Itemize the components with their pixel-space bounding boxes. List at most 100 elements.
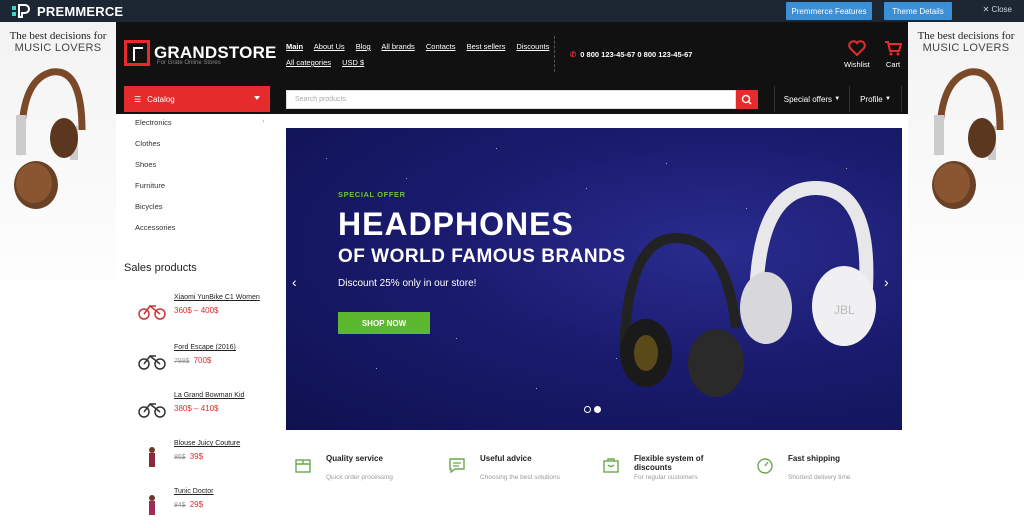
feature-item: Useful advice Choosing the best solution… <box>448 454 588 484</box>
store-page: GRANDSTORE For Grate Online Stores Main … <box>116 22 908 515</box>
search-input[interactable]: Search products <box>286 90 736 109</box>
feature-title: Useful advice <box>480 454 532 463</box>
product-price-value: 29$ <box>189 500 204 509</box>
speed-icon <box>757 458 773 474</box>
product-old-price: 86$ <box>174 454 186 461</box>
chevron-right-icon: › <box>262 118 265 125</box>
chevron-down-icon: ▼ <box>834 96 841 102</box>
feature-item: Fast shipping Shortest delivery time <box>756 454 896 484</box>
product-name[interactable]: Tunic Doctor <box>174 488 213 495</box>
close-label: Close <box>991 5 1012 14</box>
product-name[interactable]: La Grand Bowman Kid <box>174 392 244 399</box>
hero-banner[interactable]: SPECIAL OFFER HEADPHONES OF WORLD FAMOUS… <box>286 128 902 430</box>
cart-icon <box>885 41 902 56</box>
feature-title: Fast shipping <box>788 454 840 463</box>
nav-discounts[interactable]: Discounts <box>516 42 549 51</box>
product-price: 380$ – 410$ <box>174 404 219 413</box>
premmerce-logo[interactable]: PREMMERCE <box>12 4 123 19</box>
sale-product[interactable]: La Grand Bowman Kid 380$ – 410$ <box>136 392 286 432</box>
catalog-button[interactable]: ☰ Catalog <box>124 86 270 112</box>
wishlist-label: Wishlist <box>844 60 870 69</box>
category-list: Electronics Clothes Shoes Furniture Bicy… <box>135 118 175 244</box>
premmerce-brand: PREMMERCE <box>37 3 124 19</box>
special-offers-label: Special offers <box>783 94 833 104</box>
sales-products-title: Sales products <box>124 262 197 274</box>
nav-all-categories[interactable]: All categories <box>286 58 331 67</box>
chevron-left-icon[interactable]: ‹ <box>292 274 297 290</box>
special-offers-menu[interactable]: Special offers ▼ <box>774 86 850 112</box>
catalog-label: Catalog <box>147 94 175 104</box>
header-divider <box>554 36 555 72</box>
close-button[interactable]: ✕ Close <box>983 5 1012 14</box>
nav-blog[interactable]: Blog <box>356 42 371 51</box>
sale-product[interactable]: Ford Escape (2016) 799$ 700$ <box>136 344 286 384</box>
side-ad-right-line1: The best decisions for <box>917 30 1015 42</box>
currency-selector[interactable]: USD $ <box>342 58 364 67</box>
feature-subtitle: Choosing the best solutions <box>480 474 560 481</box>
jbl-logo: JBL <box>834 303 855 317</box>
side-ad-left-line1: The best decisions for <box>9 30 107 42</box>
nav-all-brands[interactable]: All brands <box>381 42 414 51</box>
store-header: GRANDSTORE For Grate Online Stores Main … <box>116 22 908 84</box>
product-name[interactable]: Ford Escape (2016) <box>174 344 236 351</box>
nav-best-sellers[interactable]: Best sellers <box>467 42 506 51</box>
store-tagline: For Grate Online Stores <box>157 60 221 66</box>
sale-product[interactable]: Xiaomi YunBike C1 Women 360$ – 400$ <box>136 294 286 334</box>
chat-icon <box>449 458 465 474</box>
banner-discount: Discount 25% only in our store! <box>338 278 477 289</box>
search-icon <box>741 94 752 105</box>
premmerce-features-button[interactable]: Premmerce Features <box>786 2 872 20</box>
chevron-right-icon[interactable]: › <box>884 274 889 290</box>
carousel-dots <box>584 406 601 413</box>
product-name[interactable]: Blouse Juicy Couture <box>174 440 240 447</box>
search-bar-row: ☰ Catalog Search products Special offers… <box>116 84 908 114</box>
product-price: 360$ – 400$ <box>174 306 219 315</box>
bicycle-image <box>138 304 166 320</box>
shop-now-button[interactable]: SHOP NOW <box>338 312 430 334</box>
sale-product[interactable]: Blouse Juicy Couture 86$ 39$ <box>136 440 286 480</box>
product-name[interactable]: Xiaomi YunBike C1 Women <box>174 294 260 301</box>
carousel-dot-active[interactable] <box>594 406 601 413</box>
banner-subtitle: OF WORLD FAMOUS BRANDS <box>338 246 626 267</box>
feature-subtitle: Shortest delivery time <box>788 474 851 481</box>
product-old-price: 84$ <box>174 502 186 509</box>
product-old-price: 799$ <box>174 358 190 365</box>
nav-main[interactable]: Main <box>286 42 303 51</box>
category-bicycles[interactable]: Bicycles <box>135 202 175 223</box>
category-electronics[interactable]: Electronics <box>135 118 175 139</box>
menu-icon: ☰ <box>134 94 142 104</box>
category-clothes[interactable]: Clothes <box>135 139 175 160</box>
side-ad-right-line2: MUSIC LOVERS <box>922 42 1010 54</box>
carousel-dot[interactable] <box>584 406 591 413</box>
side-ad-left-line2: MUSIC LOVERS <box>14 42 102 54</box>
product-price-value: 39$ <box>189 452 204 461</box>
product-price-value: 360$ – 400$ <box>174 306 219 315</box>
cart-button[interactable]: Cart <box>884 40 902 69</box>
product-price-value: 700$ <box>193 356 212 365</box>
chevron-down-icon <box>254 96 260 100</box>
bicycle-image <box>138 402 166 418</box>
category-shoes[interactable]: Shoes <box>135 160 175 181</box>
nav-about-us[interactable]: About Us <box>314 42 345 51</box>
search-button[interactable] <box>736 90 758 109</box>
store-logo-icon <box>124 40 150 66</box>
category-furniture[interactable]: Furniture <box>135 181 175 202</box>
nav-contacts[interactable]: Contacts <box>426 42 456 51</box>
feature-item: Flexible system of discounts For regular… <box>602 454 742 484</box>
side-ad-left[interactable]: The best decisions for MUSIC LOVERS <box>0 22 116 512</box>
sale-product[interactable]: Tunic Doctor 84$ 29$ <box>136 488 286 528</box>
wishlist-button[interactable]: Wishlist <box>844 40 870 69</box>
banner-kicker: SPECIAL OFFER <box>338 190 406 199</box>
store-logo[interactable]: GRANDSTORE For Grate Online Stores <box>124 40 277 66</box>
theme-details-button[interactable]: Theme Details <box>884 2 952 20</box>
model-image <box>149 495 155 515</box>
category-accessories[interactable]: Accessories <box>135 223 175 244</box>
premmerce-logo-icon <box>12 4 30 18</box>
box-icon <box>295 459 311 473</box>
phone-text: 0 800 123-45-67 0 800 123-45-67 <box>580 50 693 59</box>
profile-menu[interactable]: Profile ▼ <box>850 86 902 112</box>
feature-subtitle: Quick order processing <box>326 474 393 481</box>
phone-numbers[interactable]: ✆ 0 800 123-45-67 0 800 123-45-67 <box>570 50 692 59</box>
feature-title: Quality service <box>326 454 383 463</box>
side-ad-right[interactable]: The best decisions for MUSIC LOVERS <box>908 22 1024 512</box>
